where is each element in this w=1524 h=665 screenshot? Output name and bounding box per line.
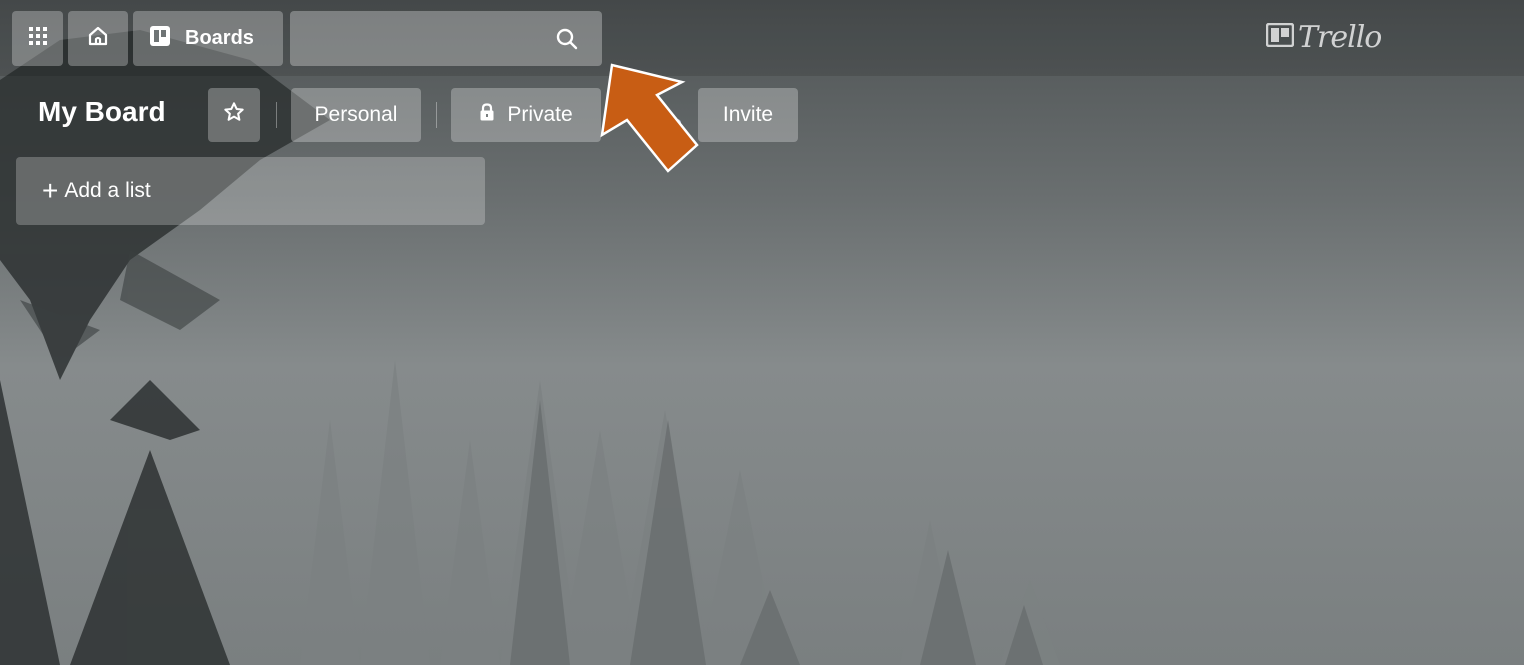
boards-button[interactable]: Boards <box>133 11 283 66</box>
apps-button[interactable] <box>12 11 63 66</box>
apps-grid-icon <box>28 26 48 51</box>
add-list-button[interactable]: + Add a list <box>16 157 485 225</box>
plus-icon: + <box>42 175 59 206</box>
search-input[interactable] <box>302 21 546 57</box>
divider <box>276 102 277 128</box>
boards-icon <box>149 25 171 52</box>
home-icon <box>87 25 109 52</box>
trello-logo-icon <box>1265 22 1295 52</box>
logo-text: Trello <box>1298 20 1382 55</box>
visibility-label: Private <box>507 103 573 126</box>
invite-label: Invite <box>722 103 774 126</box>
team-label: Personal <box>314 103 398 126</box>
lock-icon <box>479 103 495 127</box>
star-icon <box>223 101 245 129</box>
team-button[interactable]: Personal <box>291 88 421 142</box>
home-button[interactable] <box>68 11 128 66</box>
annotation-arrow <box>600 63 699 173</box>
board-title[interactable]: My Board <box>38 96 166 128</box>
invite-button[interactable]: Invite <box>698 88 798 142</box>
star-board-button[interactable] <box>208 88 260 142</box>
boards-label: Boards <box>185 27 254 49</box>
visibility-button[interactable]: Private <box>451 88 601 142</box>
add-list-label: Add a list <box>64 179 151 202</box>
divider <box>436 102 437 128</box>
board-page: Boards Trello My Board Personal Private … <box>0 0 1524 665</box>
search-icon[interactable] <box>555 27 579 56</box>
trello-logo[interactable]: Trello <box>1265 20 1382 55</box>
